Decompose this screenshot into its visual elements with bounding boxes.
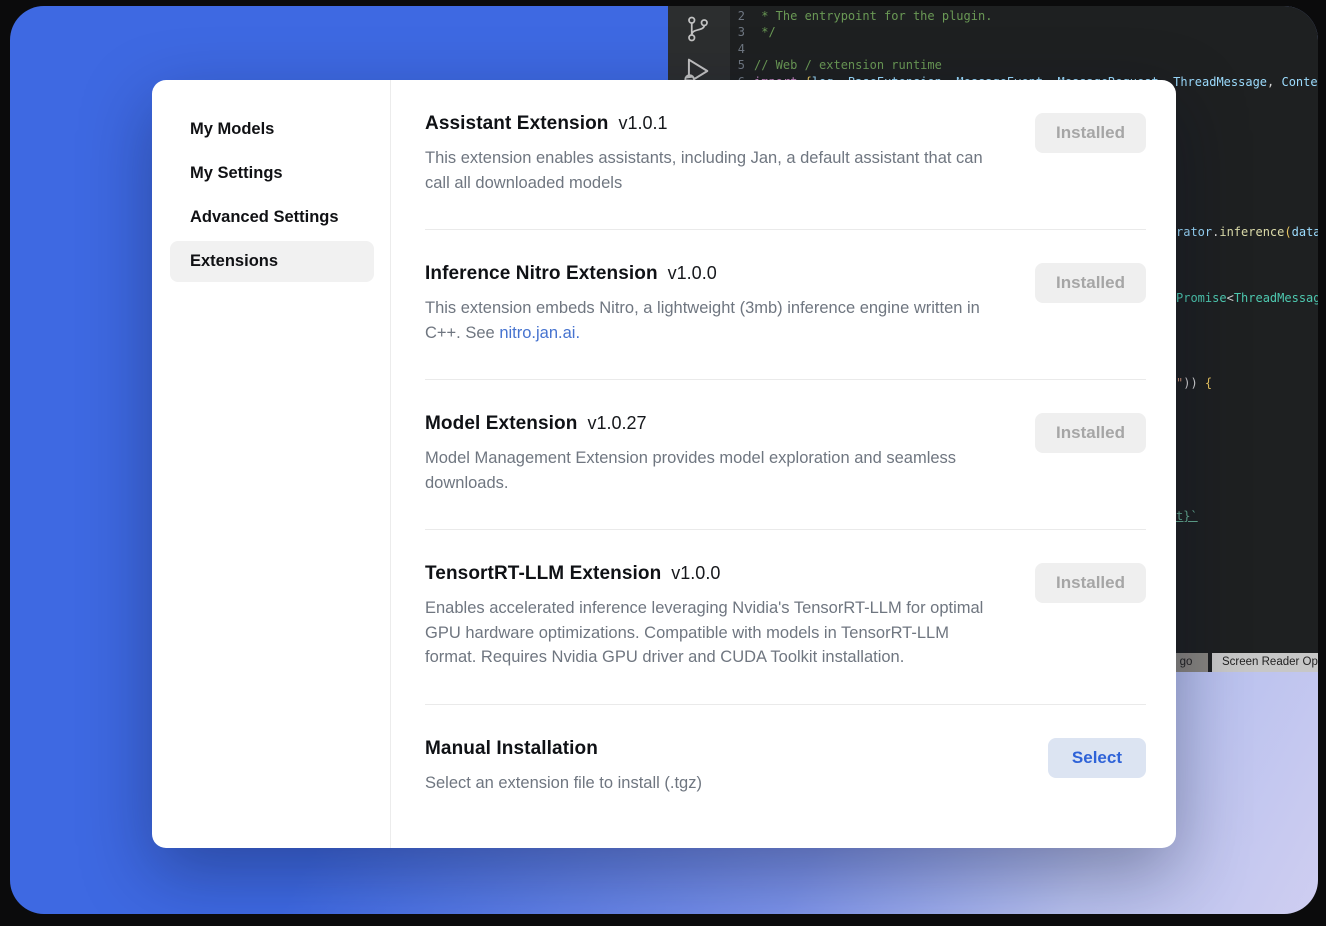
extension-title: TensortRT-LLM Extension [425,563,661,585]
select-file-button[interactable]: Select [1048,738,1146,778]
extension-version: v1.0.1 [619,113,668,134]
app-screen: 2 * The entrypoint for the plugin.3 */45… [10,6,1318,914]
extension-title: Assistant Extension [425,113,609,135]
installed-button[interactable]: Installed [1035,113,1146,153]
manual-installation-row: Manual Installation Select an extension … [425,705,1146,816]
extension-version: v1.0.0 [668,263,717,284]
code-fragment: t}` [1176,509,1198,523]
extension-title: Model Extension [425,413,577,435]
nitro-jan-ai-link[interactable]: nitro.jan.ai. [499,324,580,342]
sidebar-item-advanced-settings[interactable]: Advanced Settings [170,197,374,238]
sidebar-item-my-settings[interactable]: My Settings [170,153,374,194]
source-control-icon[interactable] [683,14,713,49]
settings-sidebar: My Models My Settings Advanced Settings … [152,80,391,848]
extension-version: v1.0.0 [671,563,720,584]
extension-row-assistant: Assistant Extension v1.0.1 This extensio… [425,80,1146,230]
installed-button[interactable]: Installed [1035,263,1146,303]
extension-description: Enables accelerated inference leveraging… [425,596,1000,670]
sidebar-item-my-models[interactable]: My Models [170,109,374,150]
extension-row-model: Model Extension v1.0.27 Model Management… [425,380,1146,530]
extension-row-tensorrt-llm: TensortRT-LLM Extension v1.0.0 Enables a… [425,530,1146,705]
extension-description: Model Management Extension provides mode… [425,446,1000,495]
manual-installation-description: Select an extension file to install (.tg… [425,771,1000,796]
settings-modal: My Models My Settings Advanced Settings … [152,80,1176,848]
extension-version: v1.0.27 [587,413,646,434]
status-screen-reader-badge[interactable]: Screen Reader Optimized [1212,653,1318,672]
extension-title: Inference Nitro Extension [425,263,658,285]
installed-button[interactable]: Installed [1035,563,1146,603]
extension-description: This extension enables assistants, inclu… [425,146,1000,195]
code-lines: 2 * The entrypoint for the plugin.3 */45… [730,8,1318,90]
code-fragment: Promise<ThreadMessage> [1176,291,1318,305]
extension-description: This extension embeds Nitro, a lightweig… [425,296,1000,345]
sidebar-item-extensions[interactable]: Extensions [170,241,374,282]
manual-installation-title: Manual Installation [425,738,598,760]
installed-button[interactable]: Installed [1035,413,1146,453]
extensions-list: Assistant Extension v1.0.1 This extensio… [391,80,1176,848]
code-fragment: rator.inference(data)); [1176,225,1318,239]
extension-row-inference-nitro: Inference Nitro Extension v1.0.0 This ex… [425,230,1146,380]
code-fragment: ")) { [1176,376,1212,390]
